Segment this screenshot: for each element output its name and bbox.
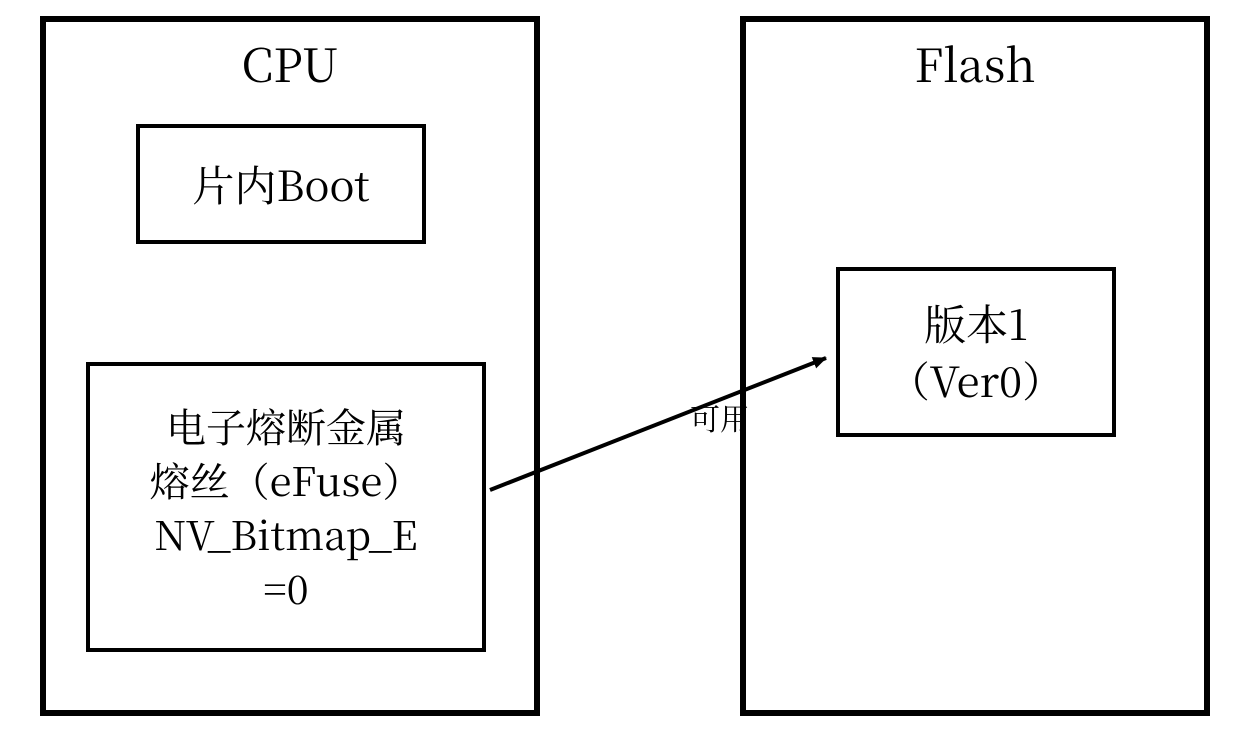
arrow-label: 可用 <box>690 395 750 439</box>
diagram-canvas: CPU 片内Boot 电子熔断金属 熔丝（eFuse） NV_Bitmap_E … <box>0 0 1240 735</box>
arrow-efuse-to-version <box>0 0 1240 735</box>
